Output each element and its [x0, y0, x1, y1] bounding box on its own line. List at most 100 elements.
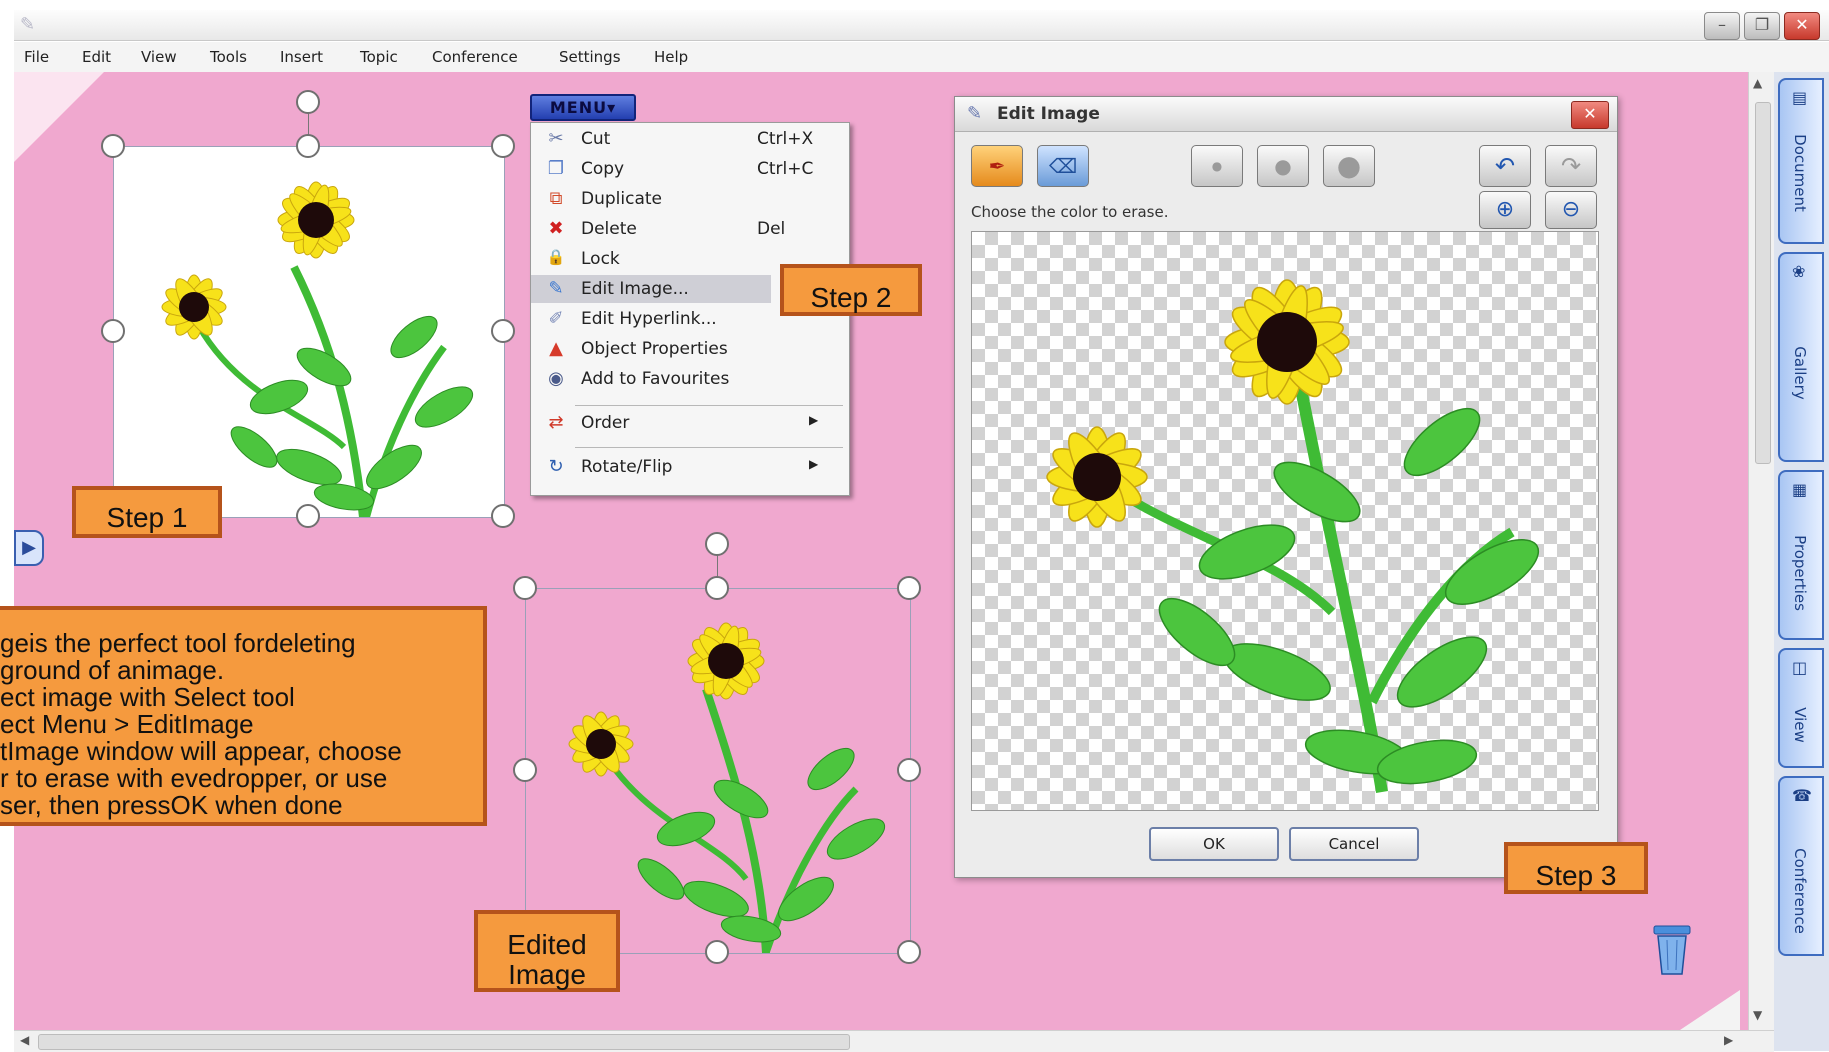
resize-handle-e[interactable]	[491, 319, 515, 343]
resize-handle-se[interactable]	[491, 504, 515, 528]
eyedropper-tool-button[interactable]: ✒	[971, 145, 1023, 187]
edited-image[interactable]	[525, 588, 911, 955]
tab-view[interactable]: ◫ View	[1778, 648, 1824, 768]
resize-handle-e[interactable]	[897, 758, 921, 782]
close-button[interactable]: ✕	[1784, 12, 1820, 40]
title-bar: ✎ – ❐ ✕	[14, 10, 1829, 41]
menu-settings[interactable]: Settings	[559, 48, 621, 66]
menu-item-label: Rotate/Flip	[581, 457, 673, 477]
menu-item-edit-image[interactable]: ✎ Edit Image...	[531, 275, 771, 303]
menu-conference[interactable]: Conference	[432, 48, 518, 66]
large-brush-button[interactable]: ●	[1323, 145, 1375, 187]
scroll-down-icon[interactable]: ▼	[1753, 1008, 1762, 1022]
step1-callout: Step 1	[72, 486, 222, 538]
menu-view[interactable]: View	[141, 48, 177, 66]
image-preview-canvas[interactable]	[971, 231, 1599, 811]
resize-handle-n[interactable]	[296, 134, 320, 158]
menu-item-label: Duplicate	[581, 189, 662, 209]
scroll-left-icon[interactable]: ◀	[20, 1033, 29, 1047]
vertical-scrollbar[interactable]: ▲ ▼	[1748, 72, 1775, 1030]
eraser-tool-button[interactable]: ⌫	[1037, 145, 1089, 187]
pencil-icon: ✎	[967, 103, 983, 124]
menu-item-add-to-favourites[interactable]: ◉ Add to Favourites	[531, 365, 847, 393]
sunflower-image	[161, 181, 474, 528]
resize-handle-nw[interactable]	[101, 134, 125, 158]
instruction-line-1: geis the perfect tool fordeleting	[0, 628, 356, 658]
submenu-arrow-icon: ▶	[809, 413, 819, 427]
zoom-out-button[interactable]: ⊖	[1545, 191, 1597, 229]
redo-icon: ↷	[1560, 152, 1582, 180]
horizontal-scrollbar[interactable]: ◀ ▶	[14, 1030, 1774, 1052]
duplicate-icon: ⧉	[549, 188, 563, 209]
resize-handle-w[interactable]	[513, 758, 537, 782]
tab-document[interactable]: ▤ Document	[1778, 78, 1824, 244]
menu-separator	[575, 447, 843, 448]
instruction-line-5: tImage window will appear, choose	[0, 736, 402, 766]
menu-item-rotate-flip[interactable]: ↻ Rotate/Flip ▶	[531, 453, 847, 481]
menu-insert[interactable]: Insert	[280, 48, 323, 66]
cancel-button[interactable]: Cancel	[1289, 827, 1419, 861]
menu-item-label: Add to Favourites	[581, 369, 730, 389]
scroll-right-icon[interactable]: ▶	[1724, 1033, 1733, 1047]
document-icon: ▤	[1792, 88, 1808, 107]
tab-view-label: View	[1791, 707, 1809, 743]
order-icon: ⇄	[548, 412, 564, 433]
menu-item-delete[interactable]: ✖ Delete Del	[531, 215, 847, 243]
resize-handle-ne[interactable]	[897, 576, 921, 600]
rotate-handle[interactable]	[296, 90, 320, 114]
menu-item-object-properties[interactable]: ▲ Object Properties	[531, 335, 847, 363]
eyedropper-icon: ✒	[988, 154, 1006, 178]
small-brush-button[interactable]: ●	[1191, 145, 1243, 187]
tab-gallery[interactable]: ❀ Gallery	[1778, 252, 1824, 462]
object-menu-button[interactable]: MENU▾	[530, 94, 636, 121]
resize-handle-w[interactable]	[101, 319, 125, 343]
zoom-in-icon: ⊕	[1495, 197, 1515, 222]
tab-properties-label: Properties	[1791, 535, 1809, 611]
vertical-scroll-thumb[interactable]	[1755, 102, 1771, 464]
dialog-close-button[interactable]: ✕	[1571, 101, 1609, 129]
menu-bar: File Edit View Tools Insert Topic Confer…	[14, 42, 1829, 73]
instruction-line-2: ground of animage.	[0, 655, 225, 685]
gallery-icon: ❀	[1792, 262, 1806, 281]
resize-handle-s[interactable]	[705, 940, 729, 964]
dialog-title-bar: ✎ Edit Image ✕	[955, 97, 1617, 132]
tab-gallery-label: Gallery	[1791, 346, 1809, 400]
resize-handle-se[interactable]	[897, 940, 921, 964]
medium-brush-button[interactable]: ●	[1257, 145, 1309, 187]
menu-item-cut[interactable]: ✂ Cut Ctrl+X	[531, 125, 847, 153]
minimize-button[interactable]: –	[1704, 12, 1740, 40]
menu-help[interactable]: Help	[654, 48, 688, 66]
restore-button[interactable]: ❐	[1744, 12, 1780, 40]
tab-properties[interactable]: ▦ Properties	[1778, 470, 1824, 640]
tab-conference[interactable]: ☎ Conference	[1778, 776, 1824, 956]
resize-handle-s[interactable]	[296, 504, 320, 528]
menu-item-label: Edit Image...	[581, 279, 689, 299]
horizontal-scroll-thumb[interactable]	[38, 1034, 850, 1050]
resize-handle-nw[interactable]	[513, 576, 537, 600]
zoom-in-button[interactable]: ⊕	[1479, 191, 1531, 229]
edit-image-dialog: ✎ Edit Image ✕ ✒ ⌫ ● ● ● ↶ ↷ ⊕ ⊖ Choose …	[954, 96, 1618, 878]
undo-button[interactable]: ↶	[1479, 145, 1531, 187]
side-panel-tabs: ▤ Document ❀ Gallery ▦ Properties ◫ View…	[1774, 72, 1829, 1051]
menu-item-duplicate[interactable]: ⧉ Duplicate	[531, 185, 847, 213]
edited-image-callout: Edited Image	[474, 910, 620, 992]
menu-item-order[interactable]: ⇄ Order ▶	[531, 409, 847, 437]
menu-edit[interactable]: Edit	[82, 48, 111, 66]
redo-button[interactable]: ↷	[1545, 145, 1597, 187]
resize-handle-ne[interactable]	[491, 134, 515, 158]
resize-handle-n[interactable]	[705, 576, 729, 600]
menu-item-copy[interactable]: ❐ Copy Ctrl+C	[531, 155, 847, 183]
pencil-icon: ✎	[20, 14, 36, 35]
edit-image-icon: ✎	[548, 278, 564, 299]
expand-panel-button[interactable]: ▶	[14, 530, 44, 566]
original-image[interactable]	[113, 146, 505, 528]
menu-topic[interactable]: Topic	[360, 48, 398, 66]
rotate-handle[interactable]	[705, 532, 729, 556]
ok-button[interactable]: OK	[1149, 827, 1279, 861]
menu-item-label: Delete	[581, 219, 637, 239]
scroll-up-icon[interactable]: ▲	[1753, 76, 1762, 90]
menu-tools[interactable]: Tools	[210, 48, 247, 66]
trash-icon[interactable]	[1650, 922, 1694, 976]
menu-file[interactable]: File	[24, 48, 49, 66]
menu-item-shortcut: Ctrl+X	[757, 129, 814, 149]
